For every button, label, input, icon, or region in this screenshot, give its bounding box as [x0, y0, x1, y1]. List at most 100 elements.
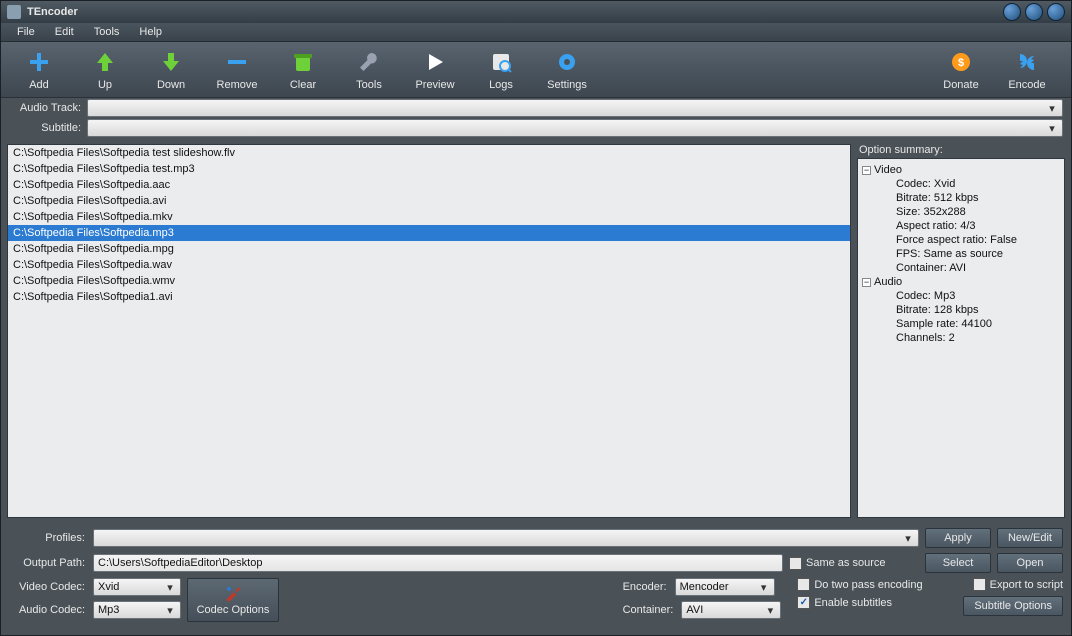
list-item[interactable]: C:\Softpedia Files\Softpedia.wmv	[8, 273, 850, 289]
list-item[interactable]: C:\Softpedia Files\Softpedia.wav	[8, 257, 850, 273]
list-item[interactable]: C:\Softpedia Files\Softpedia1.avi	[8, 289, 850, 305]
maximize-button[interactable]	[1025, 3, 1043, 21]
trash-icon	[290, 49, 316, 75]
play-icon	[422, 49, 448, 75]
up-label: Up	[98, 79, 112, 91]
preview-button[interactable]: Preview	[405, 46, 465, 94]
tree-audio[interactable]: −Audio	[862, 275, 1060, 289]
select-button[interactable]: Select	[925, 553, 991, 573]
video-codec-value: Xvid	[98, 581, 119, 593]
container-value: AVI	[686, 604, 703, 616]
chevron-down-icon: ▾	[1044, 121, 1060, 135]
list-item[interactable]: C:\Softpedia Files\Softpedia.avi	[8, 193, 850, 209]
same-as-source-check[interactable]: Same as source	[789, 557, 919, 570]
list-item[interactable]: C:\Softpedia Files\Softpedia.mp3	[8, 225, 850, 241]
codec-row: Video Codec: Xvid ▾ Audio Codec: Mp3 ▾ C	[9, 578, 1063, 622]
profiles-row: Profiles: ▾ Apply New/Edit	[9, 528, 1063, 548]
app-title: TEncoder	[27, 6, 78, 18]
donate-button[interactable]: $ Donate	[931, 46, 991, 94]
svg-text:$: $	[958, 57, 964, 69]
remove-label: Remove	[217, 79, 258, 91]
menu-edit[interactable]: Edit	[45, 24, 84, 40]
encode-label: Encode	[1008, 79, 1045, 91]
output-label: Output Path:	[9, 557, 87, 569]
menubar: File Edit Tools Help	[1, 23, 1071, 42]
down-button[interactable]: Down	[141, 46, 201, 94]
tools-button[interactable]: Tools	[339, 46, 399, 94]
menu-file[interactable]: File	[7, 24, 45, 40]
summary-panel: Option summary: −Video Codec: Xvid Bitra…	[857, 144, 1065, 518]
chevron-down-icon: ▾	[762, 603, 778, 617]
subtitle-options-button[interactable]: Subtitle Options	[963, 596, 1063, 616]
clear-button[interactable]: Clear	[273, 46, 333, 94]
subtitle-row: Subtitle: ▾	[1, 118, 1071, 138]
logs-button[interactable]: Logs	[471, 46, 531, 94]
plus-icon	[26, 49, 52, 75]
list-item[interactable]: C:\Softpedia Files\Softpedia test.mp3	[8, 161, 850, 177]
menu-help[interactable]: Help	[129, 24, 172, 40]
audio-track-combo[interactable]: ▾	[87, 99, 1063, 117]
file-list[interactable]: C:\Softpedia Files\Softpedia test slides…	[7, 144, 851, 518]
audio-codec-combo[interactable]: Mp3 ▾	[93, 601, 181, 619]
tree-leaf: Bitrate: 512 kbps	[862, 191, 1060, 205]
codec-options-label: Codec Options	[197, 604, 270, 616]
video-codec-combo[interactable]: Xvid ▾	[93, 578, 181, 596]
chevron-down-icon: ▾	[162, 580, 178, 594]
gear-icon	[554, 49, 580, 75]
settings-button[interactable]: Settings	[537, 46, 597, 94]
menu-tools[interactable]: Tools	[84, 24, 130, 40]
list-item[interactable]: C:\Softpedia Files\Softpedia.aac	[8, 177, 850, 193]
settings-label: Settings	[547, 79, 587, 91]
codec-options-button[interactable]: Codec Options	[187, 578, 279, 622]
video-codec-label: Video Codec:	[9, 581, 87, 593]
export-script-check[interactable]: Export to script	[973, 578, 1063, 591]
profiles-combo[interactable]: ▾	[93, 529, 919, 547]
chevron-down-icon: ▾	[756, 580, 772, 594]
audio-codec-label: Audio Codec:	[9, 604, 87, 616]
bottom-panel: Profiles: ▾ Apply New/Edit Output Path: …	[1, 524, 1071, 635]
chevron-down-icon: ▾	[162, 603, 178, 617]
tree-video[interactable]: −Video	[862, 163, 1060, 177]
apply-button[interactable]: Apply	[925, 528, 991, 548]
up-button[interactable]: Up	[75, 46, 135, 94]
minimize-button[interactable]	[1003, 3, 1021, 21]
list-item[interactable]: C:\Softpedia Files\Softpedia.mpg	[8, 241, 850, 257]
logs-label: Logs	[489, 79, 513, 91]
enable-subs-check[interactable]: ✓Enable subtitles	[797, 596, 957, 609]
close-button[interactable]	[1047, 3, 1065, 21]
tree-leaf: Channels: 2	[862, 331, 1060, 345]
output-path-input[interactable]: C:\Users\SoftpediaEditor\Desktop	[93, 554, 783, 572]
list-item[interactable]: C:\Softpedia Files\Softpedia test slides…	[8, 145, 850, 161]
encoder-combo[interactable]: Mencoder ▾	[675, 578, 775, 596]
profiles-label: Profiles:	[9, 532, 87, 544]
arrow-up-icon	[92, 49, 118, 75]
open-button[interactable]: Open	[997, 553, 1063, 573]
tree-leaf: Size: 352x288	[862, 205, 1060, 219]
remove-button[interactable]: Remove	[207, 46, 267, 94]
subtitle-combo[interactable]: ▾	[87, 119, 1063, 137]
summary-header: Option summary:	[857, 144, 1065, 158]
two-pass-check[interactable]: Do two pass encoding	[797, 578, 957, 591]
container-label: Container:	[623, 604, 676, 616]
titlebar: TEncoder	[1, 1, 1071, 23]
output-path-value: C:\Users\SoftpediaEditor\Desktop	[98, 557, 262, 569]
main-area: C:\Softpedia Files\Softpedia test slides…	[1, 138, 1071, 524]
encode-button[interactable]: Encode	[997, 46, 1057, 94]
chevron-down-icon: ▾	[900, 531, 916, 545]
minus-icon	[224, 49, 250, 75]
subtitle-label: Subtitle:	[9, 122, 87, 134]
container-combo[interactable]: AVI ▾	[681, 601, 781, 619]
audio-track-label: Audio Track:	[9, 102, 87, 114]
toolbar: Add Up Down Remove Clear Tools Preview	[1, 42, 1071, 98]
list-item[interactable]: C:\Softpedia Files\Softpedia.mkv	[8, 209, 850, 225]
tree-leaf: Sample rate: 44100	[862, 317, 1060, 331]
add-button[interactable]: Add	[9, 46, 69, 94]
tools-icon	[224, 584, 242, 602]
arrow-down-icon	[158, 49, 184, 75]
audio-track-row: Audio Track: ▾	[1, 98, 1071, 118]
tools-label: Tools	[356, 79, 382, 91]
tree-leaf: Codec: Mp3	[862, 289, 1060, 303]
clear-label: Clear	[290, 79, 316, 91]
newedit-button[interactable]: New/Edit	[997, 528, 1063, 548]
tree-leaf: Codec: Xvid	[862, 177, 1060, 191]
